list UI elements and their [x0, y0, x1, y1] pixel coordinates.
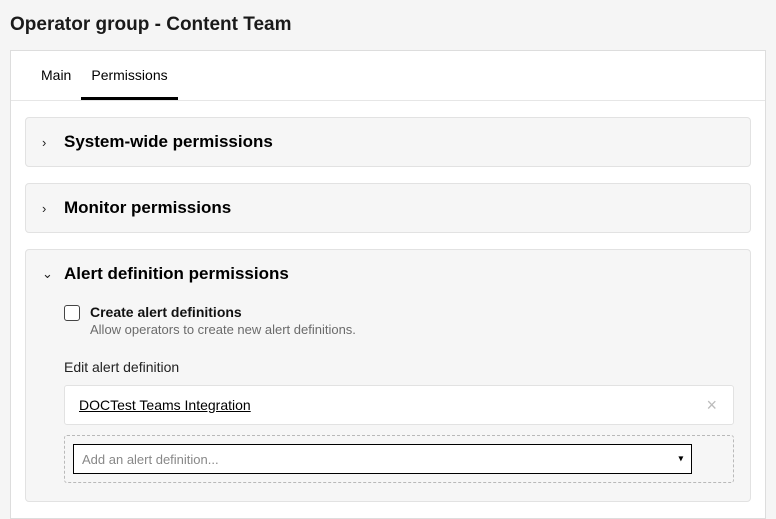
section-alert-toggle[interactable]: ⌄ Alert definition permissions [26, 250, 750, 298]
tab-content: › System-wide permissions › Monitor perm… [11, 101, 765, 518]
add-alert-input[interactable] [74, 445, 691, 473]
tab-main[interactable]: Main [31, 51, 81, 100]
main-panel: Main Permissions › System-wide permissio… [10, 50, 766, 519]
section-monitor-toggle[interactable]: › Monitor permissions [26, 184, 750, 232]
edit-alert-label: Edit alert definition [64, 359, 734, 375]
section-monitor-permissions: › Monitor permissions [25, 183, 751, 233]
add-alert-combobox[interactable]: ▾ [73, 444, 692, 474]
section-alert-permissions: ⌄ Alert definition permissions Create al… [25, 249, 751, 502]
add-alert-container: ▾ [64, 435, 734, 483]
create-alert-labels: Create alert definitions Allow operators… [90, 304, 356, 337]
create-alert-row: Create alert definitions Allow operators… [64, 304, 734, 337]
section-title: Alert definition permissions [64, 264, 289, 284]
chevron-right-icon: › [42, 135, 50, 150]
chevron-down-icon: ⌄ [42, 266, 50, 282]
section-system-toggle[interactable]: › System-wide permissions [26, 118, 750, 166]
close-icon: × [706, 395, 717, 415]
section-title: System-wide permissions [64, 132, 273, 152]
create-alert-description: Allow operators to create new alert defi… [90, 322, 356, 337]
section-alert-body: Create alert definitions Allow operators… [26, 298, 750, 501]
chevron-right-icon: › [42, 201, 50, 216]
tablist: Main Permissions [11, 51, 765, 101]
selected-alert-row: DOCTest Teams Integration × [64, 385, 734, 425]
remove-alert-button[interactable]: × [704, 396, 719, 414]
create-alert-checkbox[interactable] [64, 305, 80, 321]
create-alert-label: Create alert definitions [90, 304, 356, 320]
tab-permissions[interactable]: Permissions [81, 51, 177, 100]
section-system-permissions: › System-wide permissions [25, 117, 751, 167]
page-title: Operator group - Content Team [0, 0, 776, 50]
selected-alert-link[interactable]: DOCTest Teams Integration [79, 397, 251, 413]
edit-alert-block: Edit alert definition DOCTest Teams Inte… [64, 359, 734, 483]
section-title: Monitor permissions [64, 198, 231, 218]
